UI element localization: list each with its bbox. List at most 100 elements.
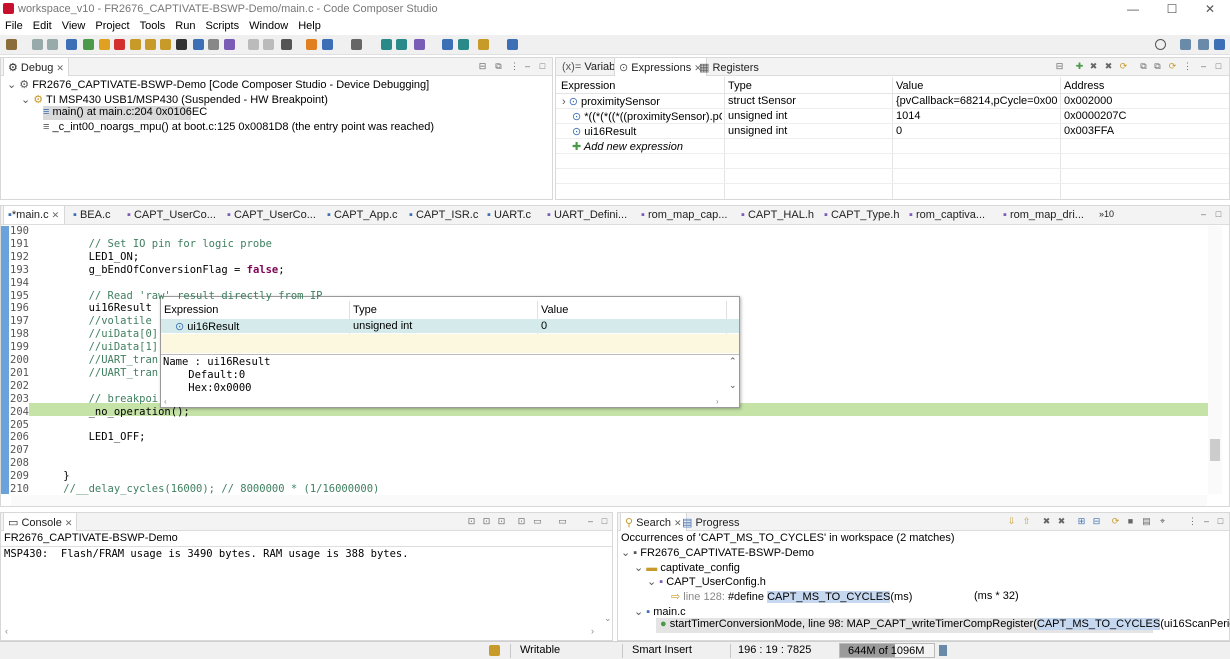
tree-target[interactable]: ⌄ ⚙ TI MSP430 USB1/MSP430 (Suspended - H… (21, 93, 328, 106)
open-perspective-icon[interactable] (1180, 39, 1191, 50)
link-icon[interactable] (458, 39, 469, 50)
col-address[interactable]: Address (1064, 80, 1104, 92)
col-expression[interactable]: Expression (561, 80, 615, 92)
view-menu-icon[interactable]: ⋮ (510, 62, 519, 71)
collapse-all-icon[interactable]: ⊟ (1092, 517, 1101, 526)
tab-uart-definitions[interactable]: ▪ UART_Defini... (543, 206, 631, 224)
reset-icon[interactable] (208, 39, 219, 50)
suspend-icon[interactable] (99, 39, 110, 50)
search-tree-file-c[interactable]: ⌄ ▪ main.c (634, 605, 686, 618)
code-line[interactable]: // Read 'raw' result directly from IP (38, 290, 323, 302)
tab-rom-captivate[interactable]: ▪ rom_captiva... (905, 206, 989, 224)
search-tree-file-h[interactable]: ⌄ ▪ CAPT_UserConfig.h (647, 575, 766, 588)
maximize-view-icon[interactable]: □ (1216, 517, 1225, 526)
run-search-icon[interactable]: ⟳ (1111, 517, 1120, 526)
expr-row-ui16result[interactable]: ⊙ ui16Result (572, 125, 636, 138)
refresh-icon[interactable]: ⟳ (1119, 62, 1128, 71)
expr-value[interactable]: 1014 (896, 110, 920, 122)
step-into-icon[interactable] (130, 39, 141, 50)
profile-icon[interactable] (414, 39, 425, 50)
maximize-view-icon[interactable]: □ (538, 62, 547, 71)
status-insert-mode[interactable]: Smart Insert (632, 644, 692, 656)
add-expression-icon[interactable]: ✚ (1075, 62, 1084, 71)
search-match-1[interactable]: ⇨ line 128: #define CAPT_MS_TO_CYCLES(ms… (671, 590, 912, 603)
view-menu-icon[interactable]: ⋮ (1188, 517, 1197, 526)
tab-capt-hal[interactable]: ▪ CAPT_HAL.h (737, 206, 818, 224)
ccs-debug-perspective-icon[interactable] (1214, 39, 1225, 50)
build-icon[interactable] (306, 39, 317, 50)
cancel-search-icon[interactable]: ■ (1126, 517, 1135, 526)
maximize-view-icon[interactable]: □ (1214, 62, 1223, 71)
code-line[interactable]: //UART_tran (38, 367, 159, 379)
back-icon[interactable] (381, 39, 392, 50)
menu-scripts[interactable]: Scripts (200, 19, 244, 32)
menu-view[interactable]: View (57, 19, 91, 32)
expr-row-pcycle[interactable]: ⊙ *((*(*((*((proximitySensor).pCyc (572, 110, 722, 123)
hover-add-row[interactable] (161, 334, 739, 353)
remove-match-icon[interactable]: ✖ (1042, 517, 1051, 526)
tab-registers[interactable]: ▦ Registers (695, 58, 763, 76)
asm-step-icon[interactable] (248, 39, 259, 50)
search-toolbar-icon[interactable] (442, 39, 453, 50)
menu-tools[interactable]: Tools (135, 19, 171, 32)
col-type[interactable]: Type (728, 80, 752, 92)
memory-icon[interactable] (176, 39, 187, 50)
pin-icon[interactable] (478, 39, 489, 50)
code-line[interactable]: } (38, 470, 69, 482)
remove-all-icon[interactable]: ✖ (1104, 62, 1113, 71)
tab-capt-isr[interactable]: ▪ CAPT_ISR.c (405, 206, 482, 224)
tab-capt-type[interactable]: ▪ CAPT_Type.h (820, 206, 903, 224)
debug-config-icon[interactable] (66, 39, 77, 50)
minimize-view-icon[interactable]: – (586, 517, 595, 526)
tools-icon[interactable] (351, 39, 362, 50)
search-match-2[interactable]: ● startTimerConversionMode, line 98: MAP… (656, 618, 1230, 633)
scroll-right-icon[interactable]: › (591, 626, 594, 636)
search-icon[interactable] (1155, 39, 1166, 50)
close-icon[interactable]: ✕ (56, 63, 64, 73)
expr-value[interactable]: {pvCallback=68214,pCycle=0x00002... (896, 95, 1058, 107)
code-line[interactable]: //volatile (38, 315, 152, 327)
tab-expressions[interactable]: ⊙ Expressions ✕ (614, 58, 707, 76)
chevron-up-icon[interactable]: ⌃ (729, 356, 737, 367)
menu-project[interactable]: Project (90, 19, 134, 32)
connect-icon[interactable] (193, 39, 204, 50)
code-line[interactable]: // breakpoi (38, 393, 159, 405)
expr-row-proximity[interactable]: › ⊙ proximitySensor (562, 95, 660, 108)
tab-search[interactable]: ⚲ Search ✕ (620, 513, 687, 531)
code-line[interactable]: //UART_tran (38, 354, 159, 366)
collapse-all-icon[interactable]: ⊟ (478, 62, 487, 71)
minimize-view-icon[interactable]: – (1199, 62, 1208, 71)
add-new-expression[interactable]: ✚ Add new expression (572, 140, 683, 153)
asm-over-icon[interactable] (263, 39, 274, 50)
tree-project[interactable]: ⌄ ⚙ FR2676_CAPTIVATE-BSWP-Demo [Code Com… (7, 78, 429, 91)
display-console-icon[interactable]: ▭ (533, 517, 542, 526)
debug-icon[interactable] (322, 39, 333, 50)
tab-bea-c[interactable]: ▪ BEA.c (69, 206, 115, 224)
code-line[interactable]: g_bEndOfConversionFlag = false; (38, 264, 285, 276)
tab-debug[interactable]: ⚙ Debug ✕ (3, 58, 69, 76)
search-tree-project[interactable]: ⌄ ▪ FR2676_CAPTIVATE-BSWP-Demo (621, 546, 814, 559)
minimize-view-icon[interactable]: – (1202, 517, 1211, 526)
scroll-right-icon[interactable]: › (716, 397, 719, 406)
view-menu-icon[interactable]: ⋮ (1183, 62, 1192, 71)
remove-all-matches-icon[interactable]: ✖ (1057, 517, 1066, 526)
code-line[interactable]: LED1_OFF; (38, 431, 146, 443)
save-icon[interactable] (32, 39, 43, 50)
expr-value[interactable]: 0 (896, 125, 902, 137)
scroll-thumb[interactable] (1210, 439, 1220, 461)
remove-icon[interactable]: ✖ (1089, 62, 1098, 71)
heap-status[interactable]: 644M of 1096M (839, 643, 935, 658)
code-line[interactable]: //uiData[0] (38, 328, 159, 340)
export-icon[interactable]: ⧉ (1139, 62, 1148, 71)
hover-value[interactable]: 0 (541, 320, 547, 332)
search-tree-folder[interactable]: ⌄ ▬ captivate_config (634, 561, 740, 574)
maximize-view-icon[interactable]: □ (1214, 210, 1223, 219)
previous-match-icon[interactable]: ⇧ (1022, 517, 1031, 526)
continuous-refresh-icon[interactable]: ⟳ (1168, 62, 1177, 71)
code-line[interactable]: ui16Result (38, 302, 152, 314)
tab-rom-map-driverlib[interactable]: ▪ rom_map_dri... (999, 206, 1088, 224)
external-icon[interactable] (507, 39, 518, 50)
pin-search-icon[interactable]: ⌖ (1158, 517, 1167, 526)
code-line[interactable]: //__delay_cycles(16000); // 8000000 * (1… (38, 483, 379, 495)
menu-help[interactable]: Help (293, 19, 326, 32)
